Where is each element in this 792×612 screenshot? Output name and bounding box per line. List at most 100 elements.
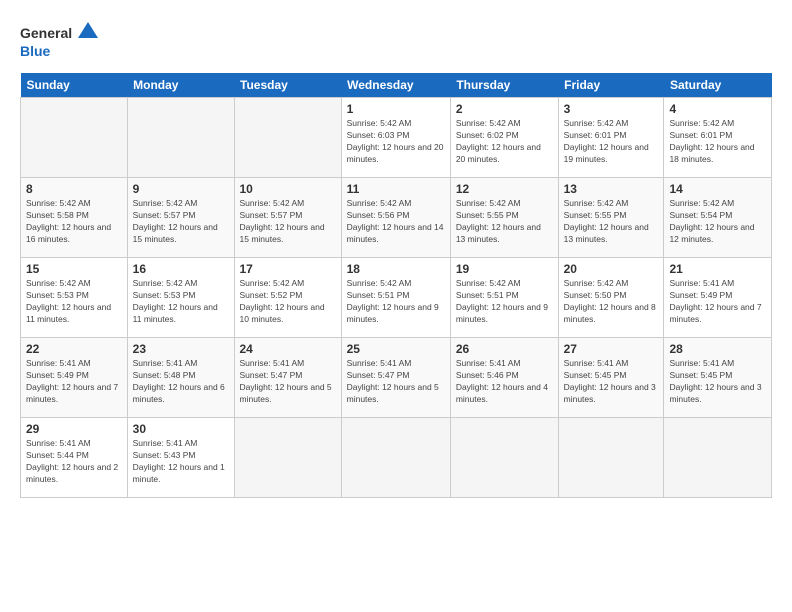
- day-number: 30: [133, 422, 229, 436]
- calendar-day-cell: 14 Sunrise: 5:42 AM Sunset: 5:54 PM Dayl…: [664, 178, 772, 258]
- day-number: 12: [456, 182, 553, 196]
- calendar-week-row: 15 Sunrise: 5:42 AM Sunset: 5:53 PM Dayl…: [21, 258, 772, 338]
- calendar-day-cell: 25 Sunrise: 5:41 AM Sunset: 5:47 PM Dayl…: [341, 338, 450, 418]
- day-info: Sunrise: 5:41 AM Sunset: 5:47 PM Dayligh…: [347, 358, 445, 406]
- day-info: Sunrise: 5:41 AM Sunset: 5:48 PM Dayligh…: [133, 358, 229, 406]
- calendar-header-thursday: Thursday: [450, 73, 558, 98]
- day-number: 13: [564, 182, 659, 196]
- calendar-header-monday: Monday: [127, 73, 234, 98]
- calendar-day-cell: 1 Sunrise: 5:42 AM Sunset: 6:03 PM Dayli…: [341, 98, 450, 178]
- calendar-header-sunday: Sunday: [21, 73, 128, 98]
- logo-icon: General Blue: [20, 20, 100, 65]
- calendar-day-cell: 9 Sunrise: 5:42 AM Sunset: 5:57 PM Dayli…: [127, 178, 234, 258]
- day-number: 25: [347, 342, 445, 356]
- calendar-empty-cell: [234, 418, 341, 498]
- day-number: 10: [240, 182, 336, 196]
- day-info: Sunrise: 5:42 AM Sunset: 5:58 PM Dayligh…: [26, 198, 122, 246]
- day-info: Sunrise: 5:42 AM Sunset: 5:50 PM Dayligh…: [564, 278, 659, 326]
- day-number: 28: [669, 342, 766, 356]
- calendar-day-cell: 17 Sunrise: 5:42 AM Sunset: 5:52 PM Dayl…: [234, 258, 341, 338]
- calendar-day-cell: 10 Sunrise: 5:42 AM Sunset: 5:57 PM Dayl…: [234, 178, 341, 258]
- day-number: 8: [26, 182, 122, 196]
- day-info: Sunrise: 5:42 AM Sunset: 5:57 PM Dayligh…: [133, 198, 229, 246]
- calendar-week-row: 29 Sunrise: 5:41 AM Sunset: 5:44 PM Dayl…: [21, 418, 772, 498]
- logo: General Blue: [20, 20, 100, 65]
- calendar-empty-cell: [664, 418, 772, 498]
- day-info: Sunrise: 5:41 AM Sunset: 5:46 PM Dayligh…: [456, 358, 553, 406]
- day-info: Sunrise: 5:42 AM Sunset: 5:56 PM Dayligh…: [347, 198, 445, 246]
- day-number: 24: [240, 342, 336, 356]
- day-number: 21: [669, 262, 766, 276]
- day-number: 14: [669, 182, 766, 196]
- day-info: Sunrise: 5:41 AM Sunset: 5:47 PM Dayligh…: [240, 358, 336, 406]
- calendar-empty-cell: [21, 98, 128, 178]
- calendar-week-row: 8 Sunrise: 5:42 AM Sunset: 5:58 PM Dayli…: [21, 178, 772, 258]
- day-number: 17: [240, 262, 336, 276]
- calendar-header-friday: Friday: [558, 73, 664, 98]
- calendar-empty-cell: [234, 98, 341, 178]
- calendar-table: SundayMondayTuesdayWednesdayThursdayFrid…: [20, 73, 772, 498]
- calendar-day-cell: 19 Sunrise: 5:42 AM Sunset: 5:51 PM Dayl…: [450, 258, 558, 338]
- calendar-day-cell: 28 Sunrise: 5:41 AM Sunset: 5:45 PM Dayl…: [664, 338, 772, 418]
- page-container: General Blue SundayMondayTuesdayWednesda…: [0, 0, 792, 508]
- day-info: Sunrise: 5:42 AM Sunset: 5:57 PM Dayligh…: [240, 198, 336, 246]
- calendar-day-cell: 13 Sunrise: 5:42 AM Sunset: 5:55 PM Dayl…: [558, 178, 664, 258]
- day-number: 19: [456, 262, 553, 276]
- calendar-day-cell: 29 Sunrise: 5:41 AM Sunset: 5:44 PM Dayl…: [21, 418, 128, 498]
- calendar-day-cell: 22 Sunrise: 5:41 AM Sunset: 5:49 PM Dayl…: [21, 338, 128, 418]
- day-info: Sunrise: 5:41 AM Sunset: 5:44 PM Dayligh…: [26, 438, 122, 486]
- day-info: Sunrise: 5:42 AM Sunset: 6:01 PM Dayligh…: [669, 118, 766, 166]
- calendar-day-cell: 12 Sunrise: 5:42 AM Sunset: 5:55 PM Dayl…: [450, 178, 558, 258]
- day-info: Sunrise: 5:42 AM Sunset: 5:53 PM Dayligh…: [26, 278, 122, 326]
- calendar-week-row: 22 Sunrise: 5:41 AM Sunset: 5:49 PM Dayl…: [21, 338, 772, 418]
- calendar-header-wednesday: Wednesday: [341, 73, 450, 98]
- day-info: Sunrise: 5:42 AM Sunset: 5:51 PM Dayligh…: [347, 278, 445, 326]
- day-number: 27: [564, 342, 659, 356]
- day-number: 22: [26, 342, 122, 356]
- svg-text:Blue: Blue: [20, 43, 51, 59]
- day-number: 9: [133, 182, 229, 196]
- day-number: 1: [347, 102, 445, 116]
- calendar-empty-cell: [450, 418, 558, 498]
- day-info: Sunrise: 5:41 AM Sunset: 5:49 PM Dayligh…: [669, 278, 766, 326]
- calendar-day-cell: 24 Sunrise: 5:41 AM Sunset: 5:47 PM Dayl…: [234, 338, 341, 418]
- svg-text:General: General: [20, 25, 72, 41]
- day-number: 16: [133, 262, 229, 276]
- day-info: Sunrise: 5:41 AM Sunset: 5:45 PM Dayligh…: [669, 358, 766, 406]
- calendar-empty-cell: [558, 418, 664, 498]
- calendar-header-row: SundayMondayTuesdayWednesdayThursdayFrid…: [21, 73, 772, 98]
- day-info: Sunrise: 5:42 AM Sunset: 5:52 PM Dayligh…: [240, 278, 336, 326]
- calendar-empty-cell: [341, 418, 450, 498]
- day-number: 26: [456, 342, 553, 356]
- calendar-day-cell: 11 Sunrise: 5:42 AM Sunset: 5:56 PM Dayl…: [341, 178, 450, 258]
- calendar-day-cell: 4 Sunrise: 5:42 AM Sunset: 6:01 PM Dayli…: [664, 98, 772, 178]
- day-info: Sunrise: 5:41 AM Sunset: 5:43 PM Dayligh…: [133, 438, 229, 486]
- day-number: 29: [26, 422, 122, 436]
- day-info: Sunrise: 5:42 AM Sunset: 6:02 PM Dayligh…: [456, 118, 553, 166]
- day-number: 11: [347, 182, 445, 196]
- calendar-day-cell: 8 Sunrise: 5:42 AM Sunset: 5:58 PM Dayli…: [21, 178, 128, 258]
- calendar-day-cell: 21 Sunrise: 5:41 AM Sunset: 5:49 PM Dayl…: [664, 258, 772, 338]
- calendar-day-cell: 30 Sunrise: 5:41 AM Sunset: 5:43 PM Dayl…: [127, 418, 234, 498]
- day-number: 23: [133, 342, 229, 356]
- calendar-day-cell: 15 Sunrise: 5:42 AM Sunset: 5:53 PM Dayl…: [21, 258, 128, 338]
- calendar-day-cell: 26 Sunrise: 5:41 AM Sunset: 5:46 PM Dayl…: [450, 338, 558, 418]
- day-number: 4: [669, 102, 766, 116]
- day-info: Sunrise: 5:42 AM Sunset: 5:54 PM Dayligh…: [669, 198, 766, 246]
- header: General Blue: [20, 15, 772, 65]
- day-info: Sunrise: 5:42 AM Sunset: 6:03 PM Dayligh…: [347, 118, 445, 166]
- calendar-day-cell: 16 Sunrise: 5:42 AM Sunset: 5:53 PM Dayl…: [127, 258, 234, 338]
- day-number: 20: [564, 262, 659, 276]
- day-info: Sunrise: 5:42 AM Sunset: 5:53 PM Dayligh…: [133, 278, 229, 326]
- day-info: Sunrise: 5:42 AM Sunset: 5:51 PM Dayligh…: [456, 278, 553, 326]
- day-info: Sunrise: 5:41 AM Sunset: 5:49 PM Dayligh…: [26, 358, 122, 406]
- calendar-empty-cell: [127, 98, 234, 178]
- calendar-day-cell: 2 Sunrise: 5:42 AM Sunset: 6:02 PM Dayli…: [450, 98, 558, 178]
- calendar-day-cell: 23 Sunrise: 5:41 AM Sunset: 5:48 PM Dayl…: [127, 338, 234, 418]
- calendar-header-saturday: Saturday: [664, 73, 772, 98]
- day-number: 3: [564, 102, 659, 116]
- day-number: 15: [26, 262, 122, 276]
- day-info: Sunrise: 5:42 AM Sunset: 6:01 PM Dayligh…: [564, 118, 659, 166]
- calendar-day-cell: 20 Sunrise: 5:42 AM Sunset: 5:50 PM Dayl…: [558, 258, 664, 338]
- day-info: Sunrise: 5:41 AM Sunset: 5:45 PM Dayligh…: [564, 358, 659, 406]
